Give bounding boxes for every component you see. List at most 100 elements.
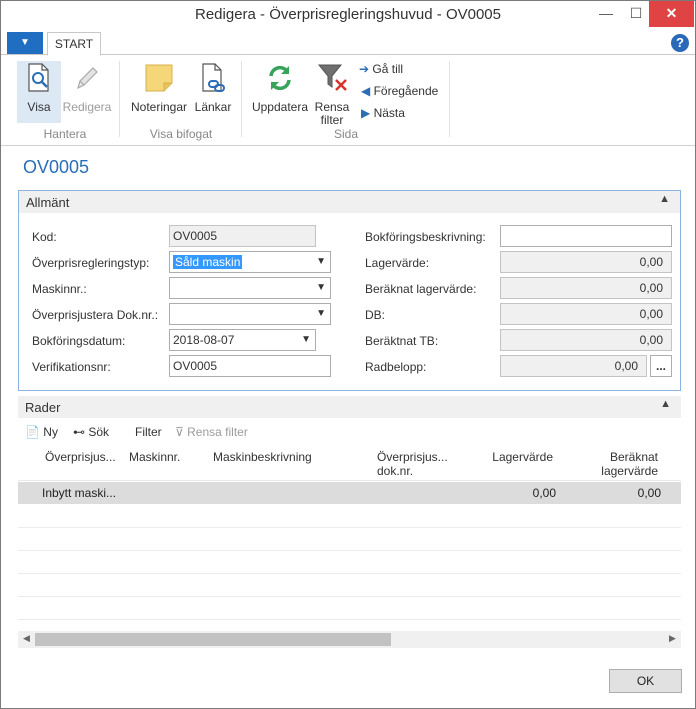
column-header-maskinnr[interactable]: Maskinnr. <box>129 450 180 464</box>
noteringar-label: Noteringar <box>130 100 188 114</box>
section-rader-header[interactable]: Rader ▲ <box>18 396 681 418</box>
foregaende-button[interactable]: ◀ Föregående <box>361 84 438 98</box>
ribbon-group-divider <box>449 61 450 137</box>
close-button[interactable]: ✕ <box>649 1 694 27</box>
beraknat-tb-label: Beräktnat TB: <box>365 334 439 348</box>
tab-start[interactable]: START <box>47 32 101 56</box>
link-document-icon <box>202 63 225 92</box>
scroll-right-icon[interactable]: ▶ <box>669 633 676 644</box>
app-menu-button[interactable]: ▼ <box>7 32 43 54</box>
table-row[interactable]: Inbytt maski... 0,00 0,00 <box>18 482 681 504</box>
kod-field[interactable]: OV0005 <box>169 225 316 247</box>
chevron-down-icon[interactable]: ▼ <box>301 330 311 350</box>
uppdatera-button[interactable]: Uppdatera <box>249 61 311 121</box>
group-label-hantera: Hantera <box>43 127 87 141</box>
redigera-label: Redigera <box>62 100 112 114</box>
arrow-right-icon: ➔ <box>359 62 370 76</box>
db-field: 0,00 <box>500 303 672 325</box>
uppdatera-label: Uppdatera <box>251 100 309 114</box>
clear-filter-icon <box>317 64 347 91</box>
scroll-left-icon[interactable]: ◀ <box>23 633 30 644</box>
lankar-label: Länkar <box>194 100 232 114</box>
foregaende-label: Föregående <box>373 84 439 98</box>
overprisregleringstyp-value: Såld maskin <box>173 255 243 269</box>
sok-label: Sök <box>88 425 110 439</box>
lankar-button[interactable]: Länkar <box>191 61 235 121</box>
beraknat-tb-field: 0,00 <box>500 329 672 351</box>
chevron-up-icon[interactable]: ▲ <box>660 398 671 410</box>
maximize-button[interactable]: ☐ <box>621 1 651 27</box>
noteringar-button[interactable]: Noteringar <box>127 61 191 121</box>
rensa-filter-toolbar-label: Rensa filter <box>187 425 248 439</box>
help-icon[interactable]: ? <box>671 34 689 52</box>
rensa-filter-button[interactable]: Rensa filter <box>311 61 353 127</box>
dok-nr-label: Överprisjustera Dok.nr.: <box>32 308 159 322</box>
maskinnr-select[interactable]: ▼ <box>169 277 331 299</box>
section-allmant-title: Allmänt <box>26 195 70 210</box>
verifikationsnr-label: Verifikationsnr: <box>32 360 111 374</box>
pencil-icon <box>77 67 98 90</box>
row-divider <box>18 596 681 597</box>
radbelopp-field: 0,00 <box>500 355 647 377</box>
ny-label: Ny <box>43 425 58 439</box>
note-icon <box>145 64 173 92</box>
triangle-right-icon: ▶ <box>361 106 371 120</box>
chevron-up-icon[interactable]: ▲ <box>659 193 670 205</box>
column-header-beraknat-lagervarde[interactable]: Beräknat lagervärde <box>581 450 658 478</box>
page-title: OV0005 <box>23 157 90 177</box>
visa-button[interactable]: Visa <box>17 61 61 121</box>
radbelopp-ellipsis-button[interactable]: ... <box>650 355 672 377</box>
column-header-lagervarde[interactable]: Lagervärde <box>481 450 553 464</box>
bokforingsdatum-value: 2018-08-07 <box>173 333 235 347</box>
beraknat-lagervarde-label: Beräknat lagervärde: <box>365 282 477 296</box>
grid-header-divider <box>18 480 681 481</box>
sok-button[interactable]: ⊷ Sök <box>73 425 109 439</box>
redigera-button: Redigera <box>61 61 113 121</box>
column-header-line: lagervärde <box>601 464 658 478</box>
section-rader-title: Rader <box>25 400 61 415</box>
minimize-button[interactable]: — <box>591 1 621 27</box>
rensa-filter-toolbar-button: ⊽ Rensa filter <box>175 425 248 439</box>
bokforingsbeskrivning-field[interactable] <box>500 225 672 247</box>
lagervarde-field: 0,00 <box>500 251 672 273</box>
ribbon-group-divider <box>241 61 242 137</box>
lagervarde-label: Lagervärde: <box>365 256 430 270</box>
column-header-overprisjus[interactable]: Överprisjus... <box>45 450 116 464</box>
group-label-visa-bifogat: Visa bifogat <box>149 127 213 141</box>
column-header-overprisjus-doknr[interactable]: Överprisjus... dok.nr. <box>377 450 448 478</box>
chevron-down-icon[interactable]: ▼ <box>316 304 326 324</box>
radbelopp-label: Radbelopp: <box>365 360 427 374</box>
dok-nr-select[interactable]: ▼ <box>169 303 331 325</box>
binoculars-icon: ⊷ <box>73 425 85 439</box>
triangle-left-icon: ◀ <box>361 84 371 98</box>
beraknat-lagervarde-field: 0,00 <box>500 277 672 299</box>
column-header-line: Överprisjus... <box>377 450 448 464</box>
view-document-icon <box>28 63 49 92</box>
kod-label: Kod: <box>32 230 57 244</box>
chevron-down-icon[interactable]: ▼ <box>316 252 326 272</box>
ok-button[interactable]: OK <box>609 669 682 693</box>
section-allmant-header[interactable]: Allmänt ▲ <box>19 191 680 213</box>
bokforingsdatum-field[interactable]: 2018-08-07 ▼ <box>169 329 316 351</box>
column-header-maskinbeskrivning[interactable]: Maskinbeskrivning <box>213 450 312 464</box>
overprisregleringstyp-select[interactable]: Såld maskin ▼ <box>169 251 331 273</box>
bokforingsbeskrivning-label: Bokföringsbeskrivning: <box>365 230 486 244</box>
ga-till-button[interactable]: ➔ Gå till <box>359 62 403 76</box>
ribbon-tab-strip <box>1 31 695 55</box>
filter-button[interactable]: Filter <box>135 425 162 439</box>
nasta-button[interactable]: ▶ Nästa <box>361 106 405 120</box>
ga-till-label: Gå till <box>372 62 404 76</box>
refresh-icon <box>269 65 291 91</box>
clear-filter-icon: ⊽ <box>175 425 184 439</box>
visa-label: Visa <box>27 100 51 114</box>
verifikationsnr-field[interactable]: OV0005 <box>169 355 331 377</box>
ny-button[interactable]: 📄 Ny <box>25 425 58 439</box>
rensa-filter-label-line2: filter <box>320 113 344 127</box>
nasta-label: Nästa <box>373 106 405 120</box>
cell-beraknat-lagervarde: 0,00 <box>637 486 661 500</box>
row-divider <box>18 619 681 620</box>
group-label-sida: Sida <box>333 127 359 141</box>
column-header-line: Beräknat <box>609 450 658 464</box>
chevron-down-icon[interactable]: ▼ <box>316 278 326 298</box>
scrollbar-thumb[interactable] <box>35 633 391 646</box>
